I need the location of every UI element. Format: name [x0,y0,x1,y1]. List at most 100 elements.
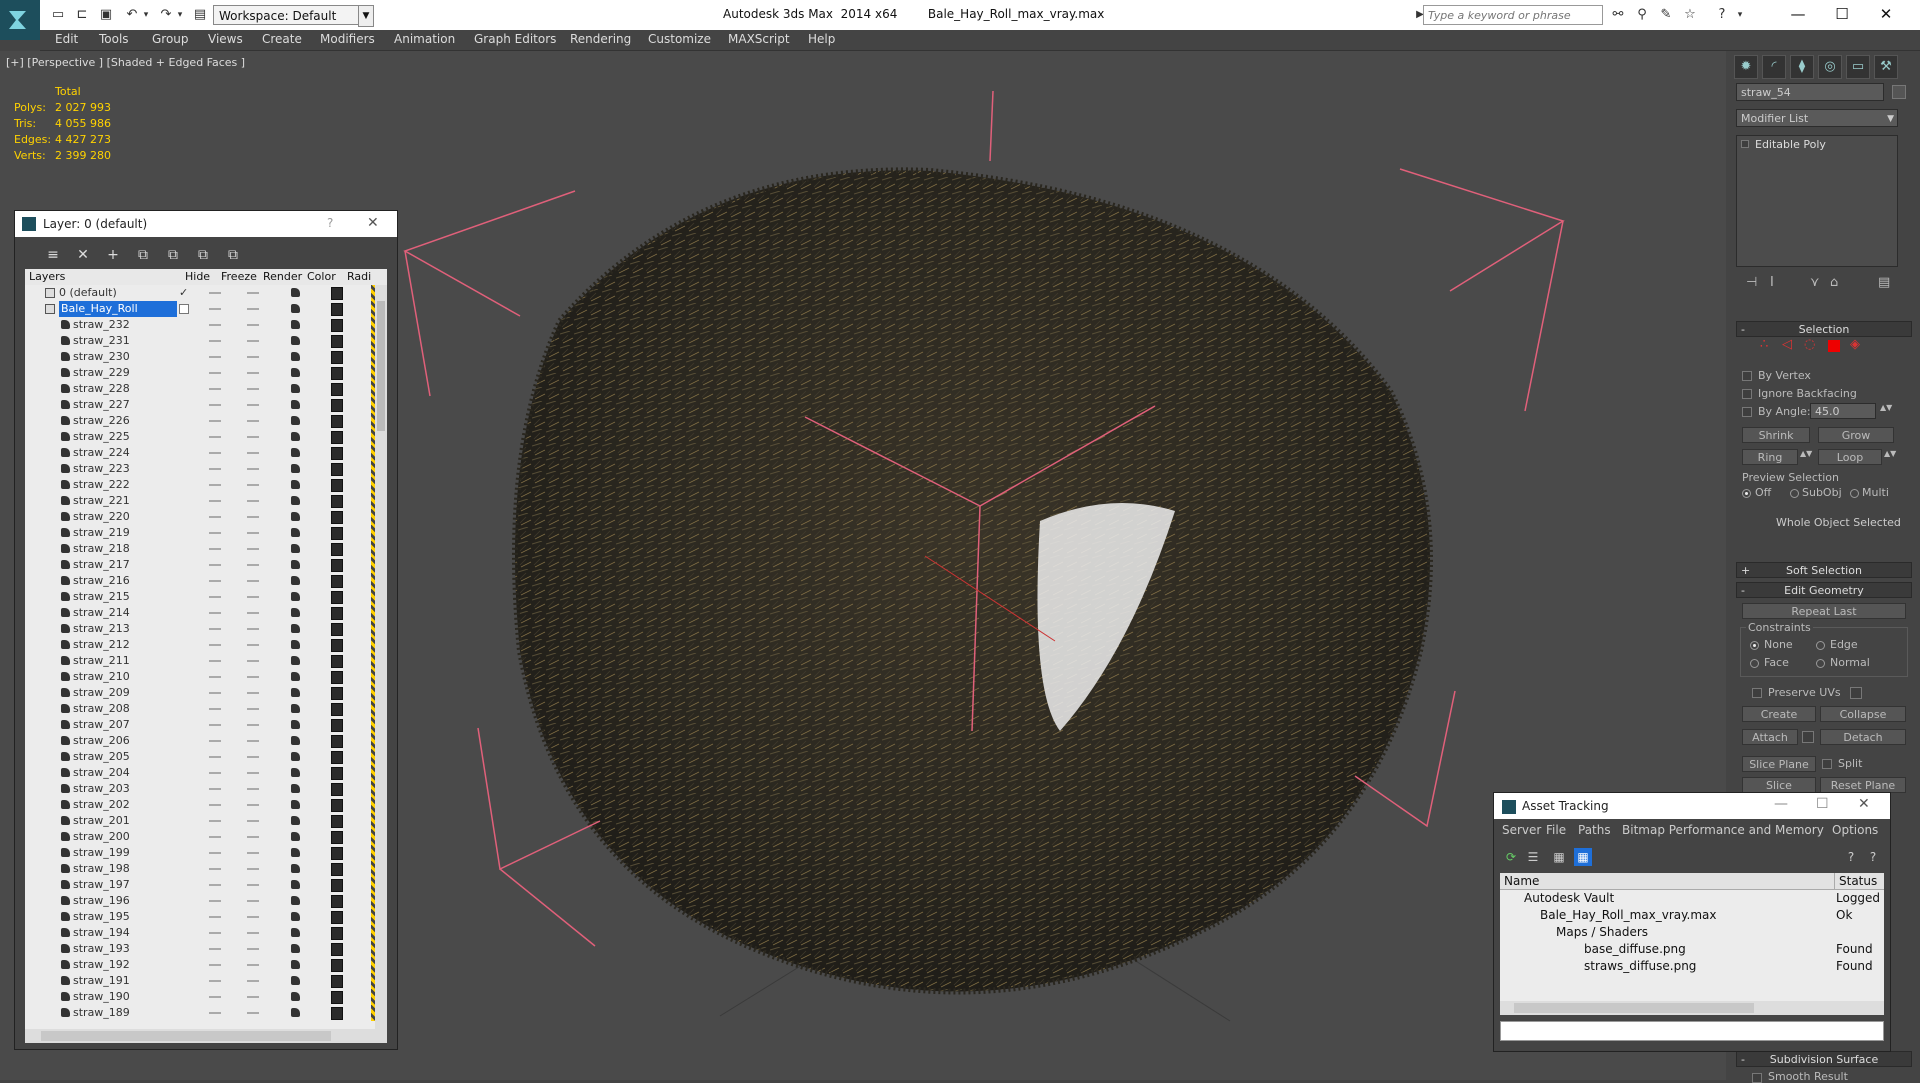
scroll-thumb[interactable] [41,1031,331,1041]
object-color-swatch[interactable] [331,863,343,876]
layer-row-default[interactable]: 0 (default) ✓ [25,285,375,301]
hide-toggle[interactable] [209,772,221,774]
rollout-selection[interactable]: - Selection [1736,321,1912,337]
hide-toggle[interactable] [209,548,221,550]
hide-toggle[interactable] [209,596,221,598]
object-row[interactable]: straw_203 [25,781,375,797]
menu-customize[interactable]: Customize [648,32,711,46]
polygon-subobject-icon[interactable] [1828,340,1840,352]
render-teapot-icon[interactable] [291,416,300,425]
object-color-swatch[interactable] [331,767,343,780]
col-render[interactable]: Render [263,270,302,283]
object-row[interactable]: straw_223 [25,461,375,477]
hide-toggle[interactable] [209,996,221,998]
add-to-layer-icon[interactable]: + [103,245,123,265]
col-radiosity[interactable]: Radi [347,270,371,283]
menu-animation[interactable]: Animation [394,32,455,46]
object-row[interactable]: straw_219 [25,525,375,541]
redo-dropdown-icon[interactable]: ▾ [172,7,188,23]
freeze-toggle[interactable] [247,948,259,950]
open-file-icon[interactable]: ⊏ [74,7,90,23]
menu-bitmap-performance[interactable]: Bitmap Performance and Memory [1622,823,1824,837]
create-layer-icon[interactable]: ≡ [43,245,63,265]
hide-toggle[interactable] [209,884,221,886]
vertical-scrollbar[interactable] [375,285,387,1029]
object-row[interactable]: straw_195 [25,909,375,925]
object-color-swatch[interactable] [331,447,343,460]
hide-toggle[interactable] [209,388,221,390]
object-row[interactable]: straw_229 [25,365,375,381]
freeze-toggle[interactable] [247,484,259,486]
viewport-label[interactable]: [+] [Perspective ] [Shaded + Edged Faces… [6,56,245,69]
hide-toggle[interactable] [209,852,221,854]
grow-button[interactable]: Grow [1818,427,1894,443]
render-teapot-icon[interactable] [291,832,300,841]
col-status[interactable]: Status [1834,873,1884,890]
favorites-star-icon[interactable]: ☆ [1682,7,1698,23]
menu-options[interactable]: Options [1832,823,1878,837]
freeze-toggle[interactable] [247,1012,259,1014]
freeze-all-layers-icon[interactable]: ⧉ [223,245,243,265]
freeze-toggle[interactable] [247,404,259,406]
freeze-toggle[interactable] [247,676,259,678]
loop-spinner-icon[interactable]: ▲▼ [1884,449,1896,458]
object-color-swatch[interactable] [331,831,343,844]
menu-graph-editors[interactable]: Graph Editors [474,32,556,46]
hierarchy-tab-icon[interactable]: ⧫ [1790,55,1814,79]
layer-color-swatch[interactable] [331,287,343,300]
slice-button[interactable]: Slice [1742,777,1816,793]
object-color-swatch[interactable] [331,543,343,556]
highlight-layer-icon[interactable]: ⧉ [163,245,183,265]
layer-list[interactable]: 0 (default) ✓ Bale_Hay_Roll straw_232 str… [25,285,375,1029]
render-teapot-icon[interactable] [291,896,300,905]
object-row[interactable]: straw_220 [25,509,375,525]
render-teapot-icon[interactable] [291,768,300,777]
render-teapot-icon[interactable] [291,656,300,665]
delete-layer-icon[interactable]: ✕ [73,245,93,265]
object-color-swatch[interactable] [331,383,343,396]
freeze-toggle[interactable] [247,324,259,326]
object-color-swatch[interactable] [331,911,343,924]
render-teapot-icon[interactable] [291,544,300,553]
object-row[interactable]: straw_200 [25,829,375,845]
modify-tab-icon[interactable]: ◜ [1762,55,1786,79]
project-folder-icon[interactable]: ▤ [192,7,208,23]
freeze-toggle[interactable] [247,548,259,550]
freeze-toggle[interactable] [247,900,259,902]
workspace-dropdown[interactable]: Workspace: Default ▼ [213,5,374,27]
menu-modifiers[interactable]: Modifiers [320,32,375,46]
hide-toggle[interactable] [209,756,221,758]
object-row[interactable]: straw_216 [25,573,375,589]
hide-toggle[interactable] [209,356,221,358]
render-teapot-icon[interactable] [291,624,300,633]
freeze-toggle[interactable] [247,820,259,822]
hide-toggle[interactable] [209,676,221,678]
object-color-swatch[interactable] [331,687,343,700]
object-color-swatch[interactable] [331,927,343,940]
utilities-tab-icon[interactable]: ⚒ [1874,55,1898,79]
minimize-button[interactable]: — [1774,796,1788,812]
subscription-icon[interactable]: ⚲ [1634,7,1650,23]
render-teapot-icon[interactable] [291,400,300,409]
render-teapot-icon[interactable] [291,944,300,953]
make-unique-icon[interactable]: ⋎ [1810,275,1820,290]
render-teapot-icon[interactable] [291,496,300,505]
maximize-button[interactable]: ☐ [1822,2,1862,26]
preview-multi-radio[interactable] [1850,489,1859,498]
object-name-field[interactable]: straw_54 [1736,83,1884,101]
ring-spinner-icon[interactable]: ▲▼ [1800,449,1812,458]
hide-toggle[interactable] [209,660,221,662]
render-teapot-icon[interactable] [291,976,300,985]
object-color-swatch[interactable] [331,575,343,588]
hide-toggle[interactable] [209,804,221,806]
render-teapot-icon[interactable] [291,848,300,857]
object-row[interactable]: straw_217 [25,557,375,573]
render-teapot-icon[interactable] [291,528,300,537]
hide-toggle[interactable] [209,724,221,726]
object-color-swatch[interactable] [331,895,343,908]
detach-button[interactable]: Detach [1820,729,1906,745]
freeze-toggle[interactable] [247,372,259,374]
object-row[interactable]: straw_190 [25,989,375,1005]
freeze-toggle[interactable] [247,420,259,422]
search-field[interactable] [1423,5,1603,25]
